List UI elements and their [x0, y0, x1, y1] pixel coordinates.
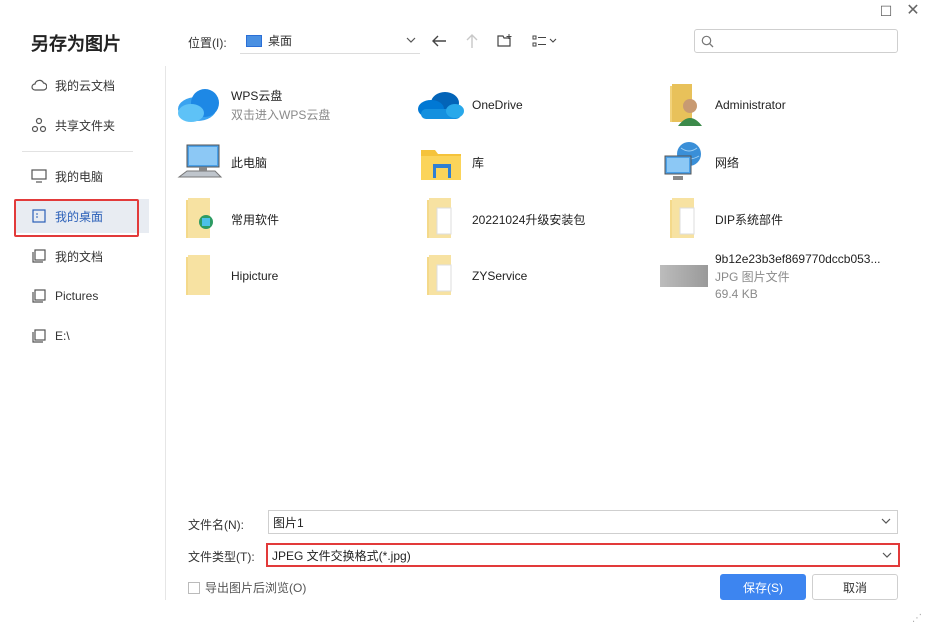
folder-icon	[659, 196, 709, 242]
filetype-label: 文件类型(T):	[188, 550, 255, 564]
documents-icon	[31, 248, 47, 264]
sidebar-item-pictures[interactable]: Pictures	[14, 279, 149, 313]
file-subtitle: 双击进入WPS云盘	[231, 108, 331, 122]
new-folder-icon	[497, 34, 512, 47]
sidebar-item-my-documents[interactable]: 我的文档	[14, 239, 149, 273]
file-item-dip-components[interactable]: DIP系统部件	[659, 194, 889, 244]
browse-after-export-option[interactable]: 导出图片后浏览(O)	[188, 579, 306, 596]
sidebar-item-label: 我的云文档	[55, 78, 116, 93]
filename-field[interactable]: 图片1	[268, 510, 898, 534]
cancel-button[interactable]: 取消	[812, 574, 898, 600]
location-select[interactable]: 桌面	[240, 28, 420, 54]
sidebar-item-drive-e[interactable]: E:\	[14, 319, 149, 353]
folder-icon	[175, 196, 225, 242]
sidebar-item-label: 共享文件夹	[55, 118, 116, 133]
file-name: 9b12e23b3ef869770dccb053...	[715, 251, 881, 266]
sidebar-item-label: E:\	[55, 329, 70, 343]
file-name: DIP系统部件	[715, 212, 784, 227]
sidebar-item-cloud-docs[interactable]: 我的云文档	[14, 68, 149, 102]
folder-icon	[416, 253, 466, 299]
sidebar-item-label: 我的桌面	[55, 209, 104, 224]
file-item-hipicture[interactable]: Hipicture	[175, 251, 405, 301]
drive-icon	[31, 328, 47, 344]
computer-icon	[175, 139, 225, 185]
browse-after-export-label: 导出图片后浏览(O)	[205, 581, 307, 595]
browse-after-export-checkbox[interactable]	[188, 581, 200, 594]
location-label: 位置(I):	[188, 36, 227, 50]
share-icon	[31, 117, 47, 133]
cloud-icon	[31, 77, 47, 93]
filename-label: 文件名(N):	[188, 518, 244, 532]
network-icon	[659, 139, 709, 185]
file-name: Administrator	[715, 98, 786, 112]
file-item-zyservice[interactable]: ZYService	[416, 251, 646, 301]
filetype-select[interactable]: JPEG 文件交换格式(*.jpg)	[266, 543, 900, 567]
file-item-library[interactable]: 库	[416, 137, 646, 187]
sidebar-item-my-desktop[interactable]: 我的桌面	[14, 199, 149, 237]
user-folder-icon	[659, 82, 709, 128]
library-icon	[416, 139, 466, 185]
file-type: JPG 图片文件	[715, 269, 790, 284]
wps-cloud-icon	[175, 82, 225, 128]
file-item-jpg-image[interactable]: 9b12e23b3ef869770dccb053... JPG 图片文件 69.…	[659, 251, 889, 301]
filename-value: 图片1	[273, 515, 304, 530]
chevron-down-icon[interactable]	[881, 515, 891, 527]
arrow-left-icon	[432, 35, 446, 47]
file-name: 库	[472, 155, 485, 170]
file-name: 网络	[715, 155, 740, 170]
save-button[interactable]: 保存(S)	[720, 574, 806, 600]
chevron-down-icon	[406, 34, 416, 46]
file-item-onedrive[interactable]: OneDrive	[416, 80, 646, 130]
file-item-common-software[interactable]: 常用软件	[175, 194, 405, 244]
arrow-up-icon	[466, 34, 478, 48]
close-icon[interactable]: ✕	[903, 3, 923, 19]
filetype-value: JPEG 文件交换格式(*.jpg)	[272, 548, 411, 563]
back-button[interactable]	[428, 30, 450, 52]
sidebar-item-label: 我的文档	[55, 249, 104, 264]
folder-icon	[416, 196, 466, 242]
file-item-administrator[interactable]: Administrator	[659, 80, 889, 130]
folder-icon	[175, 253, 225, 299]
sidebar-item-label: 我的电脑	[55, 169, 104, 184]
folder-icon	[31, 288, 47, 304]
chevron-down-icon	[882, 549, 892, 561]
dialog-title: 另存为图片	[31, 34, 121, 54]
new-folder-button[interactable]	[494, 30, 516, 52]
sidebar-item-my-computer[interactable]: 我的电脑	[14, 159, 149, 193]
onedrive-icon	[416, 82, 466, 128]
sidebar-item-shared-folder[interactable]: 共享文件夹	[14, 108, 149, 142]
sidebar-item-label: Pictures	[55, 289, 99, 303]
search-box[interactable]	[694, 29, 898, 53]
file-item-network[interactable]: 网络	[659, 137, 889, 187]
file-size: 69.4 KB	[715, 286, 758, 301]
file-item-upgrade-package[interactable]: 20221024升级安装包	[416, 194, 646, 244]
location-value: 桌面	[268, 34, 293, 48]
file-name: 常用软件	[231, 212, 280, 227]
maximize-icon[interactable]: ☐	[876, 3, 896, 19]
file-name: 此电脑	[231, 155, 268, 170]
view-mode-button[interactable]	[530, 30, 560, 52]
file-name: 20221024升级安装包	[472, 212, 586, 227]
monitor-icon	[31, 168, 47, 184]
desktop-icon	[31, 208, 47, 224]
file-item-wps-cloud[interactable]: WPS云盘 双击进入WPS云盘	[175, 80, 405, 130]
file-name: ZYService	[472, 269, 528, 283]
up-button[interactable]	[461, 30, 483, 52]
file-name: WPS云盘	[231, 89, 283, 103]
sidebar-divider	[22, 151, 133, 152]
search-input[interactable]	[718, 31, 897, 51]
list-view-icon	[532, 35, 557, 47]
file-name: Hipicture	[231, 269, 279, 283]
resize-grip-icon[interactable]: ⋰	[912, 613, 922, 624]
search-icon	[701, 35, 714, 47]
image-thumbnail-icon	[659, 253, 709, 299]
file-name: OneDrive	[472, 98, 523, 112]
sidebar: 我的云文档 共享文件夹 我的电脑 我的桌面 我的文档 Pictures E:\	[0, 66, 166, 600]
desktop-icon	[246, 34, 262, 47]
file-item-this-pc[interactable]: 此电脑	[175, 137, 405, 187]
